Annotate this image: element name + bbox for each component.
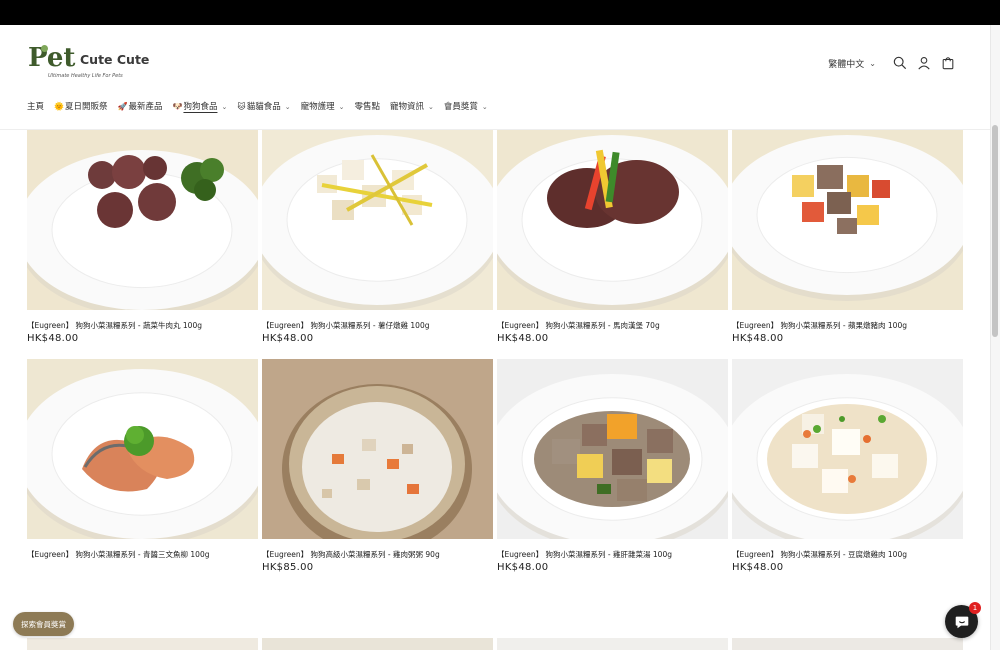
nav-item-label: 零售點 (354, 102, 380, 112)
product-card[interactable]: 【Eugreen】 狗狗小菜濕糧系列 - 豆腐燉雞肉 100g HK$48.00 (732, 359, 963, 573)
account-icon[interactable] (912, 53, 936, 73)
product-card[interactable]: 【Eugreen】 狗狗小菜濕糧系列 - 蘋果燉豬肉 100g HK$48.00 (732, 130, 963, 344)
product-title[interactable]: 【Eugreen】 狗狗小菜濕糧系列 - 薯仔燉雞 100g (262, 320, 429, 331)
chat-notification-badge: 1 (969, 602, 981, 614)
scrollbar[interactable] (990, 25, 1000, 650)
chevron-down-icon: ⌄ (221, 103, 228, 111)
nav-item-label: 主頁 (27, 102, 45, 112)
product-image[interactable] (27, 130, 258, 310)
product-price: HK$85.00 (262, 562, 314, 573)
cart-icon[interactable] (936, 53, 960, 73)
top-announcement-bar (0, 0, 1000, 25)
language-label: 繁體中文 (828, 59, 865, 70)
nav-item-label: 最新產品 (128, 102, 163, 112)
nav-item-4[interactable]: 🐱 貓貓食品 ⌄ (237, 100, 290, 114)
product-title[interactable]: 【Eugreen】 狗狗小菜濕糧系列 - 馬肉漢堡 70g (497, 320, 660, 331)
nav-emoji-icon: 🚀 (117, 102, 128, 111)
nav-item-label: 夏日開販祭 (64, 102, 108, 112)
nav-item-5[interactable]: 寵物護理 ⌄ (301, 100, 345, 114)
chevron-down-icon: ⌄ (428, 103, 434, 111)
product-card[interactable]: 【Eugreen】 狗狗小菜濕糧系列 - 馬肉漢堡 70g HK$48.00 (497, 130, 728, 344)
chevron-down-icon: ⌄ (338, 103, 345, 111)
nav-emoji-icon: 🐱 (237, 102, 246, 111)
logo-secondary-text: Cute Cute (80, 52, 150, 67)
product-image[interactable] (732, 130, 963, 310)
nav-item-label: 寵物護理 (300, 102, 335, 112)
product-image[interactable] (262, 359, 493, 539)
nav-emoji-icon: 🌞 (54, 102, 64, 111)
nav-item-label: 貓貓食品 (246, 102, 281, 112)
product-card[interactable] (732, 638, 963, 650)
product-title[interactable]: 【Eugreen】 狗狗小菜濕糧系列 - 豆腐燉雞肉 100g (732, 549, 907, 560)
product-card[interactable]: 【Eugreen】 狗狗小菜濕糧系列 - 薯仔燉雞 100g HK$48.00 (262, 130, 493, 344)
product-image[interactable] (497, 359, 728, 539)
product-title[interactable]: 【Eugreen】 狗狗高級小菜濕糧系列 - 雞肉粥粥 90g (262, 549, 440, 560)
product-card[interactable]: 【Eugreen】 狗狗小菜濕糧系列 - 雞肝雜菜湯 100g HK$48.00 (497, 359, 728, 573)
chat-icon (955, 616, 968, 628)
product-price: HK$48.00 (262, 333, 314, 344)
nav-item-1[interactable]: 🌞 夏日開販祭 (54, 100, 107, 114)
scrollbar-thumb[interactable] (992, 125, 998, 337)
product-card[interactable]: 【Eugreen】 狗狗小菜濕糧系列 - 青醬三文魚柳 100g (27, 359, 258, 559)
nav-item-label: 寵物資訊 (389, 102, 424, 112)
product-title[interactable]: 【Eugreen】 狗狗小菜濕糧系列 - 雞肝雜菜湯 100g (497, 549, 672, 560)
product-card[interactable]: 【Eugreen】 狗狗高級小菜濕糧系列 - 雞肉粥粥 90g HK$85.00 (262, 359, 493, 573)
product-price: HK$48.00 (27, 333, 79, 344)
product-title[interactable]: 【Eugreen】 狗狗小菜濕糧系列 - 蘋果燉豬肉 100g (732, 320, 907, 331)
product-card[interactable]: 【Eugreen】 狗狗小菜濕糧系列 - 蔬菜牛肉丸 100g HK$48.00 (27, 130, 258, 344)
nav-item-label: 會員獎賞 (443, 102, 478, 112)
nav-item-8[interactable]: 會員獎賞 ⌄ (444, 100, 488, 114)
product-image[interactable] (497, 130, 728, 310)
logo-tagline: Ultimate Healthy Life For Pets (48, 73, 123, 79)
nav-item-7[interactable]: 寵物資訊 ⌄ (390, 100, 434, 114)
product-image[interactable] (732, 359, 963, 539)
nav-item-2[interactable]: 🚀 最新產品 (118, 100, 163, 114)
product-price: HK$48.00 (497, 562, 549, 573)
chevron-down-icon: ⌄ (481, 103, 488, 111)
product-image[interactable] (27, 359, 258, 539)
product-card[interactable] (27, 638, 258, 650)
product-card[interactable] (497, 638, 728, 650)
product-title[interactable]: 【Eugreen】 狗狗小菜濕糧系列 - 青醬三文魚柳 100g (27, 549, 209, 560)
product-price: HK$48.00 (497, 333, 549, 344)
chevron-down-icon: ⌄ (284, 103, 291, 111)
nav-item-label: 狗狗食品 (183, 102, 218, 112)
product-price: HK$48.00 (732, 562, 784, 573)
header-actions: 繁體中文 ⌄ (828, 53, 960, 73)
site-header: Pet Cute Cute Ultimate Healthy Life For … (0, 25, 990, 130)
product-card[interactable] (262, 638, 493, 650)
logo-main-text: Pet (28, 43, 76, 73)
member-rewards-button[interactable]: 探索會員獎賞 (13, 612, 74, 636)
site-logo[interactable]: Pet Cute Cute Ultimate Healthy Life For … (28, 43, 150, 85)
language-selector[interactable]: 繁體中文 ⌄ (828, 57, 876, 70)
nav-item-0[interactable]: 主頁 (27, 100, 44, 114)
search-icon[interactable] (888, 53, 912, 73)
main-navigation: 主頁 🌞 夏日開販祭 🚀 最新產品 🐶 狗狗食品 ⌄ 🐱 貓貓食品 ⌄ 寵物護理 ⌄ 零售點 寵物資訊 ⌄ 會員… (27, 99, 498, 115)
nav-emoji-icon: 🐶 (172, 102, 183, 111)
product-title[interactable]: 【Eugreen】 狗狗小菜濕糧系列 - 蔬菜牛肉丸 100g (27, 320, 202, 331)
nav-item-6[interactable]: 零售點 (354, 100, 380, 114)
paw-icon (41, 45, 48, 52)
product-image[interactable] (262, 130, 493, 310)
chevron-down-icon: ⌄ (869, 58, 876, 68)
nav-item-3[interactable]: 🐶 狗狗食品 ⌄ (172, 100, 227, 114)
product-price: HK$48.00 (732, 333, 784, 344)
